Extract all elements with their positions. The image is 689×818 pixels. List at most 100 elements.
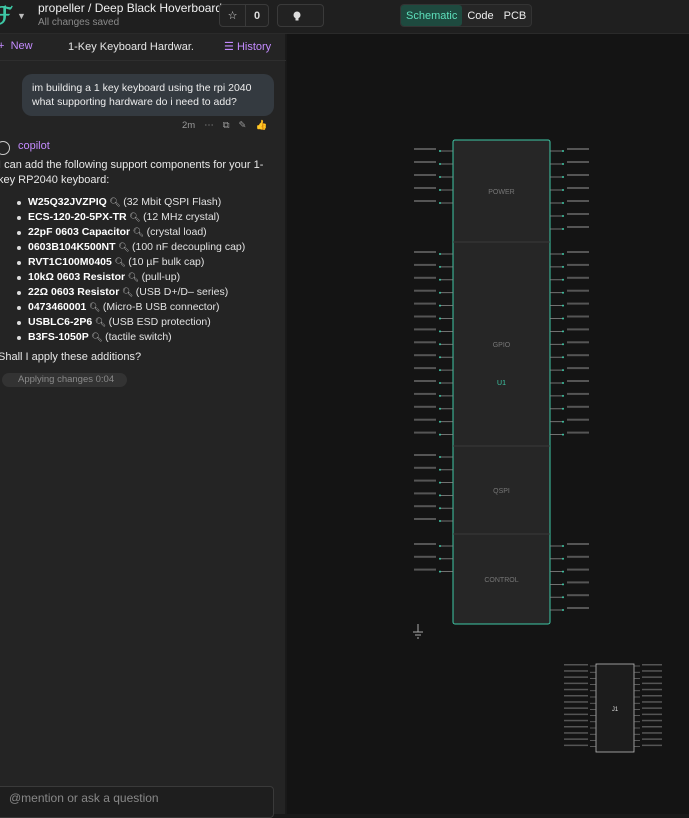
pin-label-mark [414,174,436,176]
save-status: All changes saved [38,17,120,28]
pin-end [439,202,441,204]
copilot-name: copilot [18,140,50,152]
pin-label-mark [564,719,588,722]
lightbulb-button[interactable] [277,4,324,27]
pin-label-mark [414,479,436,482]
pin-label-mark [414,405,436,408]
history-button[interactable]: ☰ History [224,40,271,53]
pin-label-mark [414,276,436,279]
section-label: QSPI [493,488,510,495]
part-number[interactable]: RVT1C100M0405 [28,256,112,268]
pin-label-mark [414,543,436,545]
pin-end [439,253,441,255]
search-icon[interactable]: 🔍︎ [125,272,141,282]
part-description: (pull-up) [141,271,181,283]
pin-label-mark [642,676,662,678]
history-label: History [236,41,272,53]
pin-label-mark [414,251,436,253]
pin-label-mark [414,354,436,357]
tab-pcb[interactable]: PCB [499,5,532,26]
pin-label-mark [567,302,589,305]
pin-label-mark [414,367,436,370]
pin-label-mark [567,251,589,253]
part-number[interactable]: 22pF 0603 Capacitor [28,226,130,238]
part-number[interactable]: 0473460001 [28,301,86,313]
part-item: 22Ω 0603 Resistor 🔍︎ (USB D+/D– series) [16,285,245,300]
reply-intro: I can add the following support componen… [0,159,264,186]
pin-label-mark [564,664,588,666]
more-icon[interactable]: ⋯ [204,120,214,131]
search-icon[interactable]: 🔍︎ [116,242,132,252]
copy-icon[interactable]: ⧉ [223,120,230,131]
pin-label-mark [642,701,662,703]
part-item: B3FS-1050P 🔍︎ (tactile switch) [16,330,245,345]
part-number[interactable]: ECS-120-20-5PX-TR [28,211,127,223]
search-icon[interactable]: 🔍︎ [107,197,123,207]
pin-label-mark [567,568,589,571]
pin-end [439,150,441,152]
part-number[interactable]: B3FS-1050P [28,331,89,343]
edit-icon[interactable]: ✎ [239,120,247,131]
schematic-canvas[interactable]: POWER GPIO QSPI CONTROL U1 J1 [287,34,689,814]
pin-label-mark [414,492,436,495]
pin-label-mark [567,392,589,395]
chat-input[interactable] [0,786,274,818]
search-icon[interactable]: 🔍︎ [112,257,128,267]
search-icon[interactable]: 🔍︎ [89,332,105,342]
ground-icon [413,624,423,639]
pin-end [562,407,564,410]
pin-end [439,557,441,560]
part-item: W25Q32JVZPIQ 🔍︎ (32 Mbit QSPI Flash) [16,195,245,210]
part-number[interactable]: 0603B104K500NT [28,241,116,253]
tab-code[interactable]: Code [462,5,498,26]
pin-end [562,202,564,204]
pin-label-mark [567,148,589,150]
pin-label-mark [642,713,662,716]
pin-label-mark [642,732,662,734]
plus-icon: + [0,40,5,52]
pin-label-mark [414,380,436,382]
pin-end [439,507,441,510]
chevron-down-icon[interactable]: ▼ [17,11,26,21]
pin-end [562,394,564,397]
message-meta: 2m ⋯ ⧉ ✎ 👍 [182,120,267,131]
pin-end [439,291,441,294]
connector-designator: J1 [612,707,619,713]
part-number[interactable]: W25Q32JVZPIQ [28,196,107,208]
schematic-drawing[interactable]: POWER GPIO QSPI CONTROL U1 J1 [287,34,689,814]
pin-label-mark [564,744,588,747]
pin-label-mark [564,682,588,685]
pin-label-mark [564,670,588,672]
rp2040-symbol[interactable]: POWER GPIO QSPI CONTROL U1 [414,139,589,625]
search-icon[interactable]: 🔍︎ [86,302,102,312]
part-description: (12 MHz crystal) [143,211,220,223]
star-button[interactable]: ☆ [219,4,246,27]
pin-label-mark [567,187,589,189]
pin-end [439,407,441,410]
thumbs-up-icon[interactable]: 👍 [255,120,267,131]
tab-schematic[interactable]: Schematic [401,5,463,26]
search-icon[interactable]: 🔍︎ [92,317,108,327]
pin-label-mark [567,431,589,434]
pin-label-mark [564,688,588,691]
pin-end [562,596,564,599]
part-number[interactable]: USBLC6-2P6 [28,316,92,328]
project-path[interactable]: propeller / Deep Black Hoverboard [38,1,222,15]
pin-end [562,545,564,547]
pin-label-mark [642,664,662,666]
new-chat-button[interactable]: + New [0,40,33,52]
part-number[interactable]: 22Ω 0603 Resistor [28,286,119,298]
pin-end [562,215,564,217]
chat-title: 1-Key Keyboard Hardwar... [68,41,193,53]
part-item: 22pF 0603 Capacitor 🔍︎ (crystal load) [16,225,245,240]
part-number[interactable]: 10kΩ 0603 Resistor [28,271,125,283]
pin-label-mark [414,568,436,571]
usb-connector-symbol[interactable]: J1 [564,663,662,753]
pin-label-mark [567,594,589,597]
pin-end [562,557,564,560]
search-icon[interactable]: 🔍︎ [130,227,146,237]
pin-end [439,570,441,573]
search-icon[interactable]: 🔍︎ [127,212,143,222]
search-icon[interactable]: 🔍︎ [119,287,135,297]
pin-end [439,265,441,268]
